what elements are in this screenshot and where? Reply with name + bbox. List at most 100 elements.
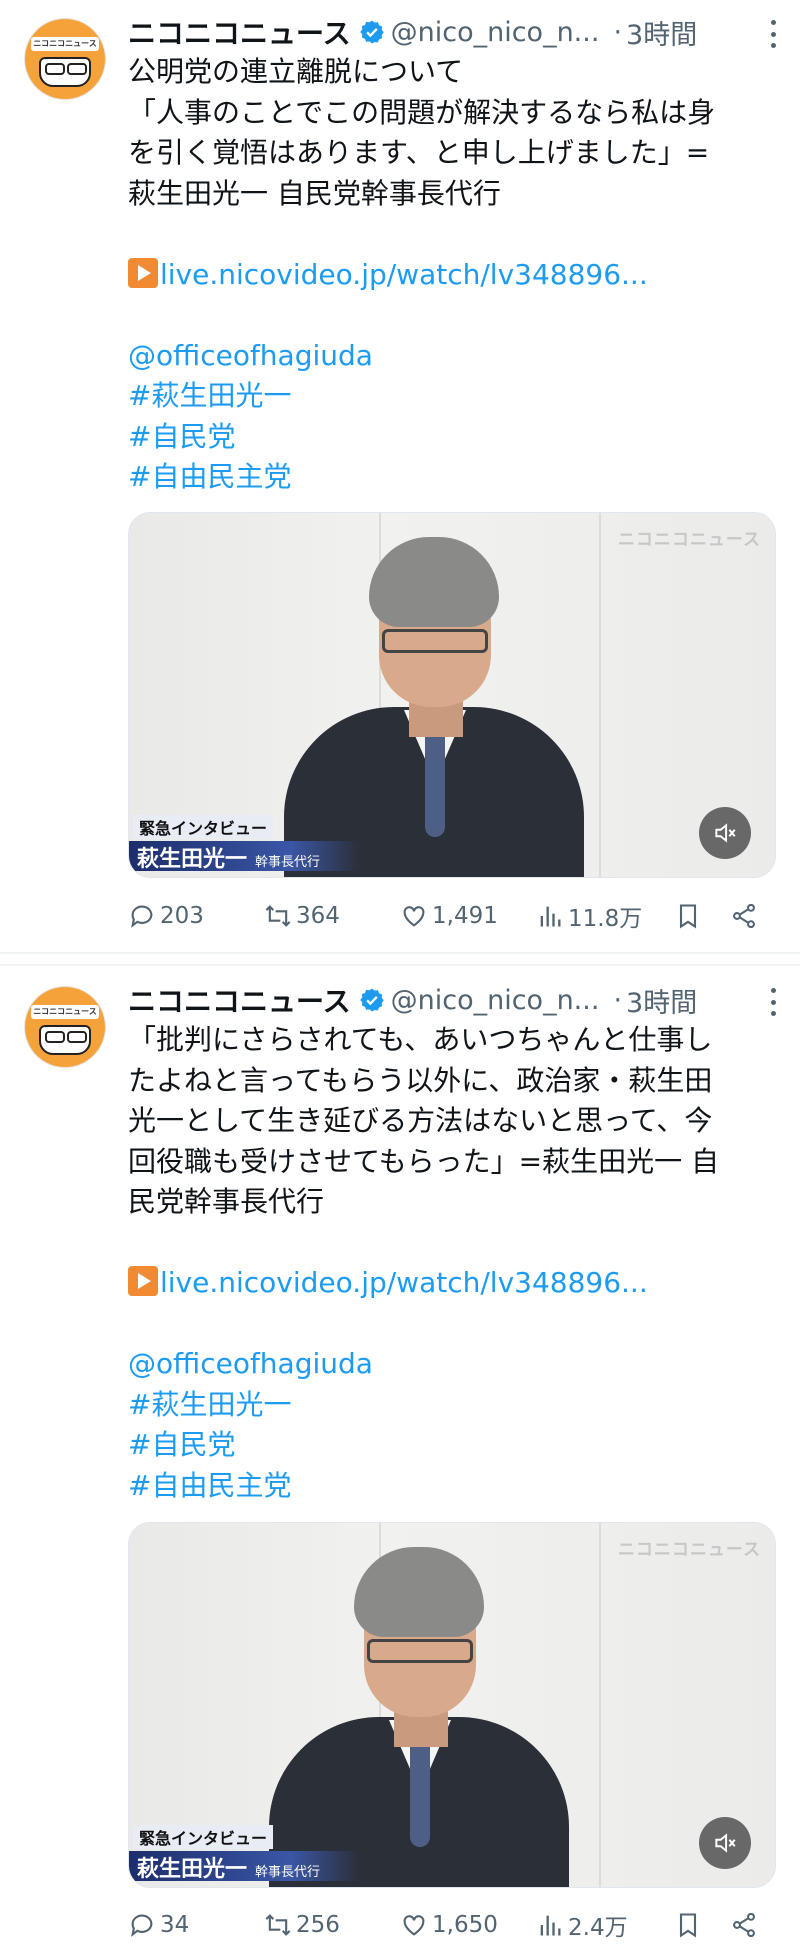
video-link[interactable]: live.nicovideo.jp/watch/lv348896... — [160, 258, 648, 291]
caption-name: 萩生田光一 — [137, 1856, 248, 1882]
view-count: 11.8万 — [568, 906, 643, 932]
repost-icon — [265, 1914, 291, 1936]
avatar[interactable]: ニコニコニュース — [24, 18, 106, 100]
hashtag-link[interactable]: #自民党 — [128, 417, 778, 458]
caption-name: 萩生田光一 — [137, 846, 248, 872]
tweet-text-line: 「人事のことでこの問題が解決するなら私は身 — [128, 95, 716, 129]
reply-count: 34 — [160, 1912, 190, 1938]
reply-icon — [131, 905, 153, 928]
tweet-actions: 203 364 1,491 11.8万 — [128, 896, 776, 936]
caption-role: 幹事長代行 — [255, 855, 321, 870]
verified-badge-icon — [359, 20, 384, 44]
share-button[interactable] — [730, 1905, 762, 1945]
play-button-emoji-icon — [128, 257, 158, 288]
interviewee-figure — [284, 537, 584, 877]
video-watermark: ニコニコニュース — [617, 530, 761, 550]
tweet-timestamp[interactable]: 3時間 — [626, 13, 697, 52]
repost-button[interactable]: 256 — [264, 1905, 340, 1945]
avatar-glasses — [45, 1031, 65, 1043]
tweet-text-line: 光一として生き延びる方法はないと思って、今 — [128, 1104, 713, 1137]
account-name[interactable]: ニコニコニュース — [128, 12, 351, 52]
reply-button[interactable]: 34 — [128, 1905, 189, 1945]
bookmark-icon — [679, 904, 697, 929]
background-wall-edge — [599, 1523, 601, 1887]
caption-title: 緊急インタビュー — [133, 815, 274, 839]
video-watermark: ニコニコニュース — [617, 1540, 761, 1560]
tweet[interactable]: ニコニコニュース ニコニコニュース @nico_nico_n... · 3時間 … — [0, 968, 800, 1959]
mention-link[interactable]: @officeofhagiuda — [128, 336, 778, 377]
views-chart-icon — [540, 1915, 561, 1936]
tweet-divider — [0, 952, 800, 954]
caption-role: 幹事長代行 — [255, 1865, 321, 1880]
play-button-emoji-icon — [128, 1266, 158, 1296]
account-handle[interactable]: @nico_nico_n... — [391, 985, 600, 1016]
tweet-header: ニコニコニュース @nico_nico_n... · 3時間 — [128, 12, 780, 52]
share-icon — [733, 1912, 755, 1938]
like-count: 1,650 — [432, 1912, 498, 1938]
tweet-text-line: たよねと言ってもらう以外に、政治家・萩生田 — [128, 1063, 713, 1097]
views-chart-icon — [540, 906, 561, 927]
caption-title: 緊急インタビュー — [133, 1825, 274, 1849]
video-link[interactable]: live.nicovideo.jp/watch/lv348896... — [160, 1266, 648, 1299]
tweet-text: 「批判にさらされても、あいつちゃんと仕事し たよねと言ってもらう以外に、政治家・… — [128, 1020, 778, 1506]
bookmark-button[interactable] — [674, 896, 706, 936]
hashtag-link[interactable]: #萩生田光一 — [128, 376, 778, 417]
tweet-text: 公明党の連立離脱について 「人事のことでこの問題が解決するなら私は身 を引く覚悟… — [128, 52, 778, 498]
more-options-icon[interactable] — [770, 988, 776, 1016]
interviewee-figure — [269, 1547, 569, 1887]
avatar-glasses — [45, 63, 65, 75]
repost-button[interactable]: 364 — [264, 896, 340, 936]
bookmark-button[interactable] — [674, 1905, 706, 1945]
video-player[interactable]: ニコニコニュース 緊急インタビュー 萩生田光一 幹事長代行 — [128, 1522, 776, 1888]
mute-button[interactable] — [699, 1817, 751, 1869]
tweet-text-line: 民党幹事長代行 — [128, 1185, 325, 1218]
avatar-logo-text: ニコニコニュース — [31, 1005, 99, 1019]
heart-icon — [403, 1915, 425, 1936]
avatar-logo-text: ニコニコニュース — [31, 37, 99, 51]
tweet-text-line: 公明党の連立離脱について — [128, 55, 464, 88]
avatar-glasses — [67, 1031, 87, 1043]
more-options-icon[interactable] — [770, 20, 776, 48]
background-wall-edge — [599, 513, 601, 877]
separator-dot: · — [613, 16, 623, 48]
tweet-divider — [0, 964, 800, 966]
reply-icon — [131, 1914, 153, 1937]
tweet-header: ニコニコニュース @nico_nico_n... · 3時間 — [128, 980, 780, 1020]
reply-button[interactable]: 203 — [128, 896, 204, 936]
like-button[interactable]: 1,491 — [400, 896, 498, 936]
separator-dot: · — [613, 984, 623, 1016]
muted-speaker-icon — [715, 1833, 736, 1853]
share-icon — [733, 903, 755, 929]
like-button[interactable]: 1,650 — [400, 1905, 498, 1945]
hashtag-link[interactable]: #自民党 — [128, 1425, 778, 1466]
repost-count: 364 — [296, 903, 340, 929]
views-button[interactable]: 11.8万 — [536, 896, 642, 936]
verified-badge-icon — [359, 988, 384, 1012]
tweet-text-line: 「批判にさらされても、あいつちゃんと仕事し — [128, 1023, 713, 1056]
account-name[interactable]: ニコニコニュース — [128, 980, 351, 1020]
tweet-text-line: 萩生田光一 自民党幹事長代行 — [128, 176, 501, 210]
repost-icon — [265, 905, 291, 927]
bookmark-icon — [679, 1913, 697, 1938]
hashtag-link[interactable]: #自由民主党 — [128, 457, 778, 498]
video-player[interactable]: ニコニコニュース 緊急インタビュー 萩生田光一 幹事長代行 — [128, 512, 776, 878]
tweet-timestamp[interactable]: 3時間 — [626, 981, 697, 1020]
tweet-text-line: 回役職も受けさせてもらった」=萩生田光一 自 — [128, 1144, 719, 1178]
like-count: 1,491 — [432, 903, 498, 929]
tweet-actions: 34 256 1,650 2.4万 — [128, 1905, 776, 1945]
hashtag-link[interactable]: #萩生田光一 — [128, 1385, 778, 1426]
repost-count: 256 — [296, 1912, 340, 1938]
reply-count: 203 — [160, 903, 204, 929]
tweet[interactable]: ニコニコニュース ニコニコニュース @nico_nico_n... · 3時間 … — [0, 0, 800, 950]
avatar-glasses — [67, 63, 87, 75]
views-button[interactable]: 2.4万 — [536, 1905, 628, 1945]
tweet-text-line: を引く覚悟はあります、と申し上げました」= — [128, 136, 710, 169]
account-handle[interactable]: @nico_nico_n... — [391, 17, 600, 48]
hashtag-link[interactable]: #自由民主党 — [128, 1466, 778, 1507]
avatar[interactable]: ニコニコニュース — [24, 986, 106, 1068]
mention-link[interactable]: @officeofhagiuda — [128, 1344, 778, 1385]
heart-icon — [403, 906, 425, 927]
muted-speaker-icon — [715, 823, 736, 843]
share-button[interactable] — [730, 896, 762, 936]
mute-button[interactable] — [699, 807, 751, 859]
